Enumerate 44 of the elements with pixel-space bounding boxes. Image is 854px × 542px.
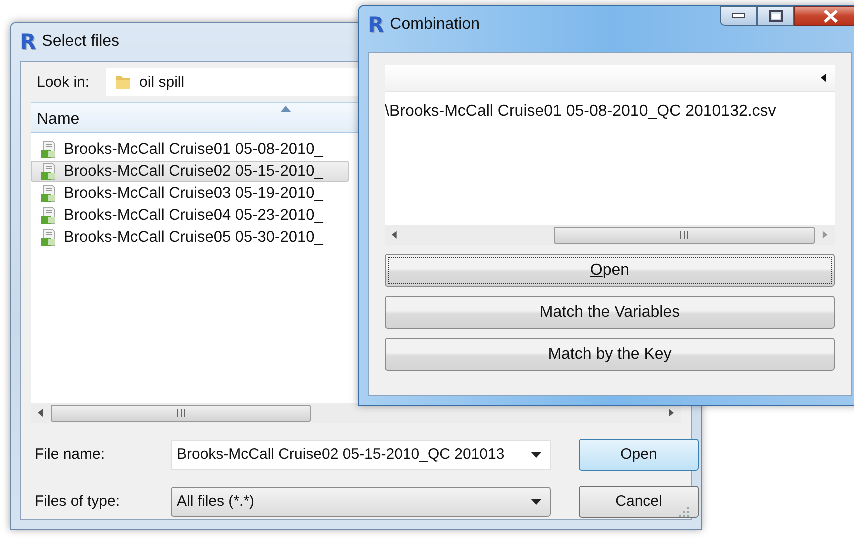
spreadsheet-file-icon (40, 228, 58, 246)
folder-name: oil spill (140, 74, 185, 90)
look-in-label: Look in: (37, 74, 90, 90)
file-name-label: File name: (35, 446, 106, 463)
grip-icon (176, 409, 186, 417)
window-title: Combination (390, 16, 480, 34)
maximize-button[interactable] (757, 6, 794, 26)
text-area[interactable]: \Brooks-McCall Cruise01 05-08-2010_QC 2010132.csv (385, 65, 835, 245)
scroll-left-icon[interactable] (391, 230, 399, 240)
r-logo: R (20, 32, 36, 52)
scrollbar-thumb[interactable] (51, 404, 311, 422)
file-row[interactable]: Brooks-McCall Cruise03 05-19-2010_ (31, 183, 349, 204)
action-button[interactable]: Match by the Key (385, 338, 835, 371)
open-button[interactable]: Open (579, 438, 699, 470)
window-title: Select files (42, 33, 120, 51)
dropdown-arrow-icon[interactable] (531, 452, 542, 458)
file-row[interactable]: Brooks-McCall Cruise05 05-30-2010_ (31, 227, 349, 248)
maximize-icon (768, 10, 782, 22)
folder-icon (114, 73, 132, 91)
action-button[interactable]: Match the Variables (385, 296, 835, 329)
resize-grip-icon[interactable] (679, 507, 689, 517)
spreadsheet-file-icon (40, 140, 58, 158)
minimize-icon (732, 13, 746, 19)
file-row[interactable]: Brooks-McCall Cruise04 05-23-2010_ (31, 205, 349, 226)
cancel-button[interactable]: Cancel (579, 486, 699, 518)
file-name-field[interactable]: Brooks-McCall Cruise02 05-15-2010_QC 201013 (171, 440, 551, 470)
file-type-dropdown[interactable]: All files (*.*) (171, 486, 551, 516)
file-type-label: Files of type: (35, 493, 122, 510)
scroll-left-icon[interactable] (37, 408, 45, 418)
close-icon (823, 10, 839, 22)
scroll-right-icon[interactable] (667, 408, 675, 418)
spreadsheet-file-icon (40, 206, 58, 224)
dropdown-arrow-icon (531, 498, 542, 504)
r-logo: R (368, 14, 384, 36)
file-row[interactable]: Brooks-McCall Cruise01 05-08-2010_ (31, 139, 349, 160)
action-button[interactable]: Open (385, 254, 835, 287)
minimize-button[interactable] (720, 6, 757, 26)
close-button[interactable] (794, 6, 854, 26)
grip-icon (680, 231, 690, 239)
scroll-left-icon[interactable] (821, 74, 827, 82)
file-row[interactable]: Brooks-McCall Cruise02 05-15-2010_ (31, 161, 349, 182)
spreadsheet-file-icon (40, 184, 58, 202)
spreadsheet-file-icon (40, 162, 58, 180)
scrollbar-thumb[interactable] (554, 226, 816, 244)
